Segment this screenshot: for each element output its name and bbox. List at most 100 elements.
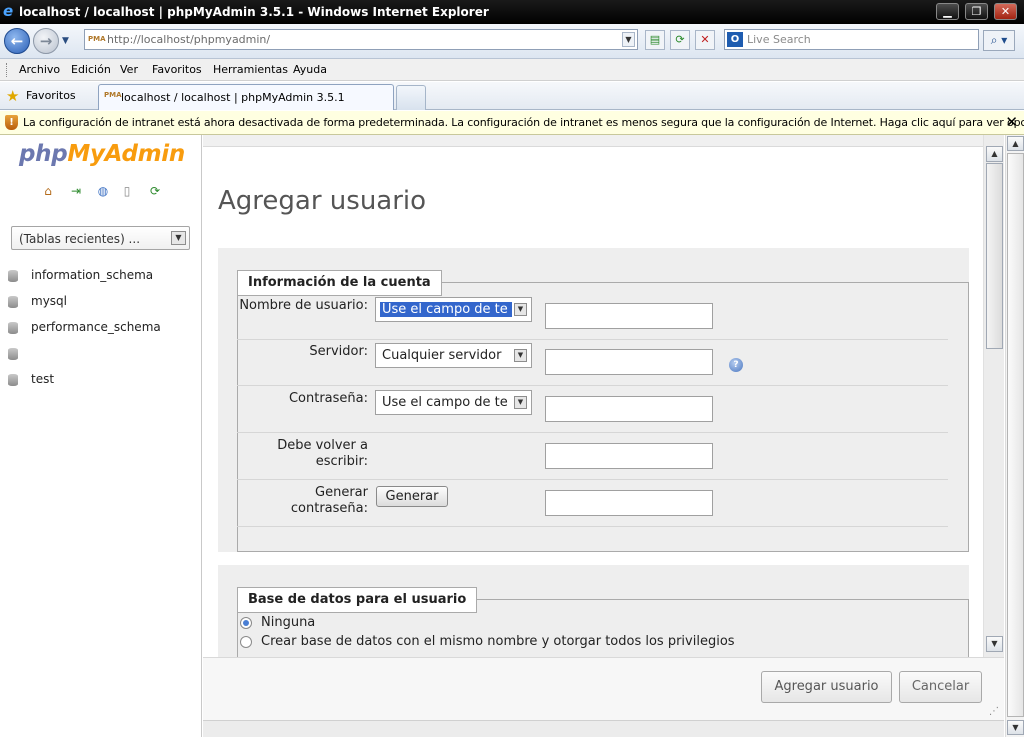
menu-edicion[interactable]: Edición — [71, 63, 111, 76]
db-name[interactable]: mysql — [31, 294, 67, 308]
browser-window: e localhost / localhost | phpMyAdmin 3.5… — [0, 0, 1024, 737]
url-text[interactable]: http://localhost/phpmyadmin/ — [107, 33, 270, 46]
recent-tables-select[interactable]: (Tablas recientes) ... ▼ — [11, 226, 190, 250]
close-window-button[interactable]: ✕ — [994, 3, 1017, 20]
home-icon[interactable]: ⌂ — [40, 183, 56, 199]
cancel-button[interactable]: Cancelar — [899, 671, 982, 703]
add-user-button[interactable]: Agregar usuario — [761, 671, 892, 703]
menu-herramientas[interactable]: Herramientas — [213, 63, 288, 76]
information-bar-text[interactable]: La configuración de intranet está ahora … — [23, 116, 1024, 129]
database-icon — [8, 348, 18, 360]
row-divider — [237, 339, 948, 340]
ie-logo-icon: e — [3, 2, 14, 20]
toolbar-grip — [6, 63, 8, 77]
generated-password-input[interactable] — [545, 490, 713, 516]
password-label: Contraseña: — [288, 391, 368, 406]
address-toolbar: ← → ▼ PMA http://localhost/phpmyadmin/ ▼… — [0, 24, 1024, 59]
help-icon[interactable]: ? — [729, 358, 743, 372]
back-button[interactable]: ← — [4, 28, 30, 54]
server-type-select[interactable]: Cualquier servidor ▼ — [375, 343, 532, 368]
logo-php-text: php — [19, 141, 68, 167]
search-box[interactable]: O Live Search — [724, 29, 979, 50]
content-scrollbar[interactable]: ▲ ▼ — [983, 135, 1004, 657]
documentation-icon[interactable]: ▯ — [119, 183, 135, 199]
reload-icon[interactable]: ⟳ — [147, 183, 163, 199]
database-icon — [8, 374, 18, 386]
favorites-button[interactable]: Favoritos — [26, 89, 76, 102]
page-scrollbar[interactable]: ▲ ▼ — [1005, 135, 1024, 737]
row-divider — [237, 479, 948, 480]
page-scroll-down-icon[interactable]: ▼ — [1007, 720, 1024, 735]
scroll-thumb[interactable] — [986, 163, 1003, 349]
action-bar: Agregar usuario Cancelar ⋰ — [203, 657, 1004, 720]
tab-phpmyadmin[interactable]: PMA localhost / localhost | phpMyAdmin 3… — [98, 84, 394, 110]
db-name[interactable]: performance_schema — [31, 320, 161, 334]
close-infobar-icon[interactable]: ✕ — [1005, 113, 1018, 131]
row-divider — [237, 432, 948, 433]
page-title: Agregar usuario — [218, 186, 427, 216]
password-type-select[interactable]: Use el campo de te ▼ — [375, 390, 532, 415]
favorites-star-icon[interactable]: ★ — [6, 87, 19, 105]
chevron-down-icon[interactable]: ▼ — [171, 231, 186, 245]
database-icon — [8, 322, 18, 334]
row-divider — [237, 385, 948, 386]
history-dropdown-icon[interactable]: ▼ — [62, 36, 69, 46]
menu-ayuda[interactable]: Ayuda — [293, 63, 327, 76]
username-type-value: Use el campo de te — [380, 302, 512, 317]
database-legend: Base de datos para el usuario — [237, 587, 478, 613]
page-scroll-up-icon[interactable]: ▲ — [1007, 136, 1024, 151]
query-window-icon[interactable]: ◍ — [95, 183, 111, 199]
db-name[interactable]: information_schema — [31, 268, 153, 282]
maximize-button[interactable]: ❐ — [965, 3, 988, 20]
password-input[interactable] — [545, 396, 713, 422]
logout-icon[interactable]: ⇥ — [68, 183, 84, 199]
username-type-select[interactable]: Use el campo de te ▼ — [375, 297, 532, 322]
address-bar[interactable]: PMA http://localhost/phpmyadmin/ ▼ — [84, 29, 638, 50]
title-bar: e localhost / localhost | phpMyAdmin 3.5… — [0, 0, 1024, 24]
refresh-icon[interactable]: ⟳ — [670, 30, 690, 50]
account-legend: Información de la cuenta — [237, 270, 442, 296]
scroll-down-icon[interactable]: ▼ — [986, 636, 1003, 652]
password-type-value: Use el campo de te — [382, 395, 508, 410]
resize-grip-icon[interactable]: ⋰ — [989, 706, 1001, 718]
pma-favicon-icon: PMA — [88, 35, 106, 43]
scroll-up-icon[interactable]: ▲ — [986, 146, 1003, 162]
server-input[interactable] — [545, 349, 713, 375]
shield-warning-icon: ! — [5, 115, 18, 130]
new-tab-button[interactable] — [396, 85, 426, 110]
username-label: Nombre de usuario: — [239, 298, 368, 313]
search-placeholder[interactable]: Live Search — [747, 33, 811, 46]
menu-bar: Archivo Edición Ver Favoritos Herramient… — [0, 59, 1024, 81]
menu-ver[interactable]: Ver — [120, 63, 138, 76]
radio-create-db[interactable] — [240, 636, 252, 648]
username-input[interactable] — [545, 303, 713, 329]
generate-password-button[interactable]: Generar — [376, 486, 448, 507]
chevron-down-icon[interactable]: ▼ — [514, 349, 527, 362]
chevron-down-icon[interactable]: ▼ — [514, 396, 527, 409]
logo-myadmin-text: MyAdmin — [67, 141, 185, 167]
page-scroll-thumb[interactable] — [1007, 153, 1024, 717]
retype-password-input[interactable] — [545, 443, 713, 469]
information-bar[interactable]: ! La configuración de intranet está ahor… — [0, 111, 1024, 135]
radio-none[interactable] — [240, 617, 252, 629]
content-top-strip — [203, 135, 983, 147]
stop-icon[interactable]: ✕ — [695, 30, 715, 50]
main-content: Agregar usuario Información de la cuenta… — [203, 135, 983, 657]
db-name[interactable]: test — [31, 372, 54, 386]
generate-label-line-1: Generar — [315, 485, 368, 500]
chevron-down-icon[interactable]: ▼ — [514, 303, 527, 316]
menu-favoritos[interactable]: Favoritos — [152, 63, 202, 76]
tab-favicon-icon: PMA — [104, 91, 122, 99]
radio-none-label[interactable]: Ninguna — [261, 615, 315, 630]
radio-create-db-label[interactable]: Crear base de datos con el mismo nombre … — [261, 634, 735, 649]
phpmyadmin-logo[interactable]: phpMyAdmin — [19, 141, 185, 167]
search-button[interactable]: ⌕ ▾ — [983, 30, 1015, 51]
address-dropdown-icon[interactable]: ▼ — [622, 32, 635, 47]
forward-button[interactable]: → — [33, 28, 59, 54]
minimize-button[interactable]: ▁ — [936, 3, 959, 20]
menu-archivo[interactable]: Archivo — [19, 63, 60, 76]
server-type-value: Cualquier servidor — [382, 348, 502, 363]
left-navigation: phpMyAdmin ⌂ ⇥ ◍ ▯ ⟳ (Tablas recientes) … — [0, 135, 202, 737]
compatibility-view-icon[interactable]: ▤ — [645, 30, 665, 50]
status-strip — [203, 720, 1004, 737]
